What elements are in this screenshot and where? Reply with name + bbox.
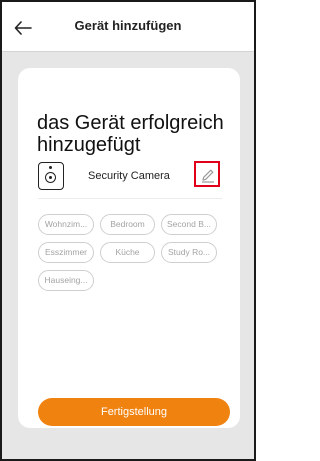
top-bar: Gerät hinzufügen — [2, 2, 254, 52]
room-chip-study-room[interactable]: Study Ro... — [161, 242, 217, 263]
room-chip-wohnzimmer[interactable]: Wohnzim... — [38, 214, 94, 235]
finish-button[interactable]: Fertigstellung — [38, 398, 230, 426]
room-chip-hauseingang[interactable]: Hauseing... — [38, 270, 94, 291]
room-chip-second-bedroom[interactable]: Second B... — [161, 214, 217, 235]
device-row: Security Camera — [38, 160, 222, 196]
device-name: Security Camera — [88, 170, 170, 182]
pencil-icon — [202, 169, 214, 183]
room-chip-kueche[interactable]: Küche — [100, 242, 155, 263]
success-headline: das Gerät erfolgreich hinzugefügt — [37, 112, 224, 156]
security-camera-icon — [38, 162, 64, 190]
app-frame: Gerät hinzufügen das Gerät erfolgreich h… — [0, 0, 256, 461]
page-title: Gerät hinzufügen — [74, 18, 182, 33]
edit-device-name-button[interactable] — [194, 161, 220, 187]
success-card: das Gerät erfolgreich hinzugefügt Securi… — [18, 68, 240, 428]
headline-clip: das Gerät erfolgreich hinzugefügt — [37, 112, 227, 158]
room-chip-bedroom[interactable]: Bedroom — [100, 214, 155, 235]
room-chip-esszimmer[interactable]: Esszimmer — [38, 242, 94, 263]
divider — [38, 198, 222, 199]
